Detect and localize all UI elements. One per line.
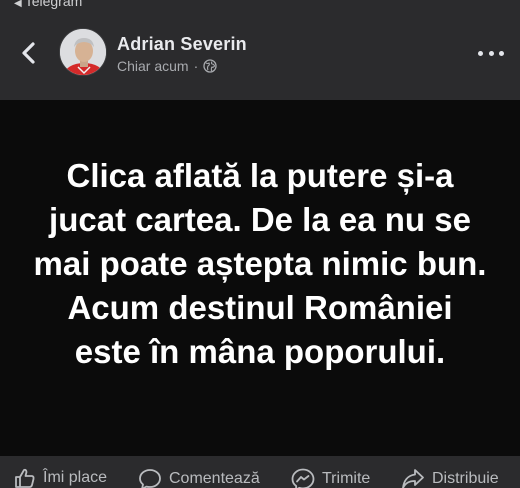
post-meta: Chiar acum · (117, 58, 217, 74)
author-name[interactable]: Adrian Severin (117, 34, 247, 55)
send-label: Trimite (322, 470, 371, 487)
meta-separator: · (193, 58, 199, 74)
thumbs-up-icon (15, 468, 35, 488)
back-app-label: Telegram (24, 0, 83, 9)
chevron-left-icon (22, 42, 35, 64)
globe-icon (203, 59, 217, 73)
like-button[interactable]: Îmi place (14, 468, 107, 488)
more-dots-icon (499, 50, 504, 56)
messenger-icon (291, 468, 315, 488)
more-dots-icon (478, 50, 483, 56)
back-to-app-link[interactable]: ◀ Telegram (14, 0, 82, 9)
back-button[interactable] (18, 38, 40, 68)
back-triangle-icon: ◀ (14, 0, 22, 9)
comment-bubble-icon (139, 469, 161, 488)
avatar[interactable] (59, 28, 107, 76)
post-content: Clica aflată la putere și-a jucat cartea… (0, 100, 520, 456)
more-options-button[interactable] (478, 48, 504, 58)
comment-button[interactable]: Comentează (138, 468, 260, 488)
send-button[interactable]: Trimite (291, 468, 370, 488)
post-text: Clica aflată la putere și-a jucat cartea… (33, 157, 487, 370)
comment-label: Comentează (169, 470, 260, 487)
post-header: Adrian Severin Chiar acum · (0, 10, 520, 100)
post-time[interactable]: Chiar acum (117, 58, 189, 74)
post-actions-bar: Îmi place Comentează Trimite Distribuie (0, 456, 520, 488)
like-label: Îmi place (43, 469, 108, 486)
status-bar: ◀ Telegram (0, 0, 520, 10)
share-label: Distribuie (432, 470, 499, 487)
more-dots-icon (488, 50, 494, 56)
share-button[interactable]: Distribuie (401, 468, 499, 488)
share-arrow-icon (402, 469, 424, 488)
profile-photo (60, 29, 106, 75)
